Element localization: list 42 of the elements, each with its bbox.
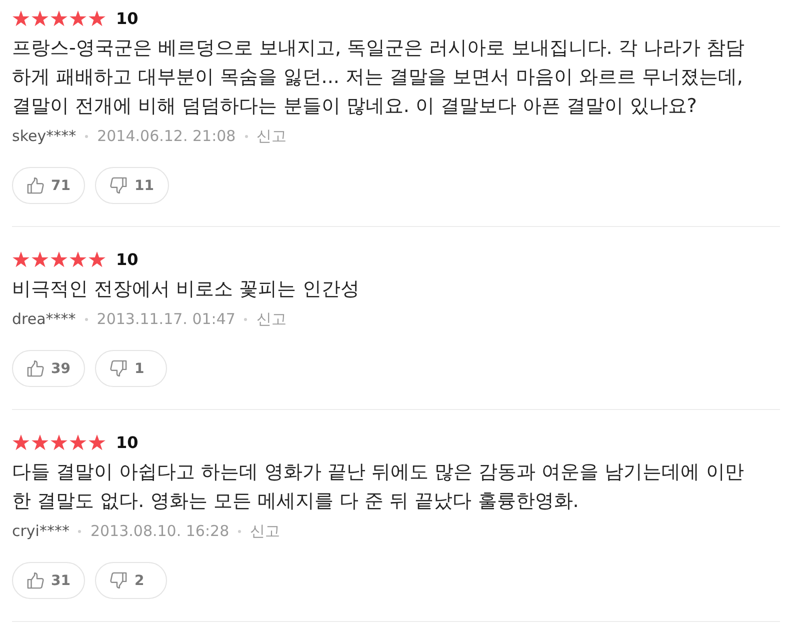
star-icon: [12, 250, 30, 268]
star-icon: [88, 434, 106, 450]
review-text: 프랑스-영국군은 베르덩으로 보내지고, 독일군은 러시아로 보내집니다. 각 나라가 참담하게 패배하고 대부분이 목숨을 잃던... 저는 결말을 보면서 마음이 와르르 무너졌는데, 결말이 전개에 비해 덤덤하다는 분들이 많네요. 이 결말보다 아픈 결말이 있나요?: [12, 35, 746, 119]
review-date: 2014.06.12. 21:08: [97, 127, 236, 145]
thumbs-up-icon: [27, 177, 44, 194]
star-icon: [31, 10, 49, 26]
star-icon: [50, 10, 68, 26]
star-icon: [31, 250, 49, 268]
rating-score: 10: [116, 8, 138, 28]
thumbs-down-icon: [110, 572, 128, 589]
star-icon: [69, 10, 87, 26]
rating-score: 10: [116, 250, 138, 268]
star-icon: [69, 250, 87, 268]
thumbs-down-icon: [110, 360, 128, 377]
star-icon: [31, 434, 49, 450]
report-link[interactable]: 신고: [256, 310, 286, 328]
dislike-button[interactable]: 1: [95, 350, 168, 387]
star-icon: [12, 10, 30, 26]
rating-score: 10: [116, 432, 138, 452]
author-name: drea****: [12, 310, 76, 328]
review-date: 2013.11.17. 01:47: [96, 310, 236, 328]
report-link[interactable]: 신고: [256, 126, 287, 146]
like-button[interactable]: 71: [12, 167, 86, 204]
like-button[interactable]: 39: [12, 350, 86, 387]
star-icon: [88, 250, 106, 268]
star-icon: [50, 250, 68, 268]
star-icon: [88, 10, 106, 26]
star-icon: [12, 434, 30, 450]
author-name: skey****: [12, 127, 76, 145]
dislike-button[interactable]: 2: [95, 562, 168, 599]
review-text: 비극적인 전장에서 비로소 꽃피는 인간성: [12, 276, 360, 302]
thumbs-up-icon: [27, 572, 44, 589]
report-link[interactable]: 신고: [250, 522, 280, 540]
author-name: cryi****: [12, 522, 70, 540]
like-button[interactable]: 31: [12, 562, 86, 599]
thumbs-down-icon: [110, 177, 128, 194]
dislike-button[interactable]: 11: [95, 167, 169, 204]
review-date: 2013.08.10. 16:28: [90, 522, 230, 540]
star-icon: [50, 434, 68, 450]
star-icon: [69, 434, 87, 450]
review-text: 다들 결말이 아쉽다고 하는데 영화가 끝난 뒤에도 많은 감동과 여운을 남기는데에 이만한 결말도 없다. 영화는 모든 메세지를 다 준 뒤 끝났다 훌륭한영화.: [12, 459, 745, 514]
thumbs-up-icon: [27, 360, 44, 377]
